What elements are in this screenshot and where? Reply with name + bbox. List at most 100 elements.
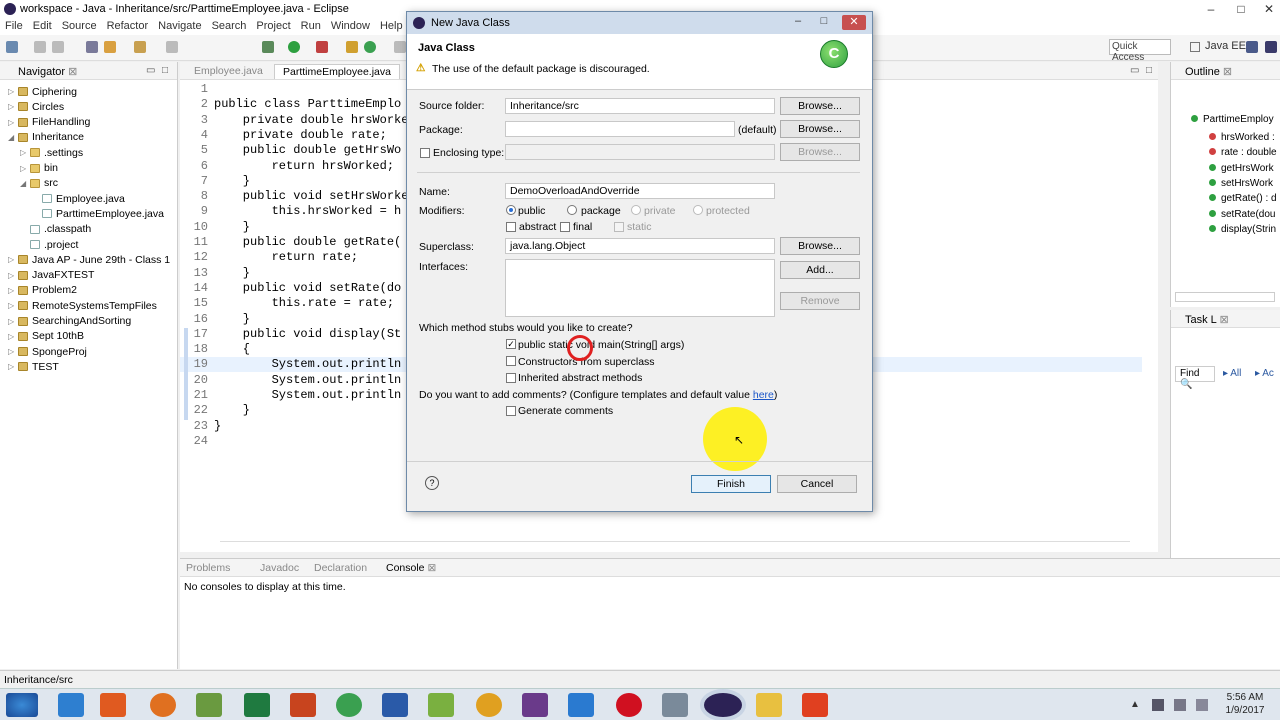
tab-problems[interactable]: Problems [186,562,230,574]
superclass-input[interactable]: java.lang.Object [505,238,775,254]
flag-icon[interactable] [1196,699,1208,711]
code-line[interactable]: } [214,312,250,326]
configure-templates-link[interactable]: here [753,389,774,401]
code-line[interactable]: } [214,266,250,280]
finish-button[interactable]: Finish [691,475,771,493]
navigator-item[interactable]: .project [20,237,78,252]
maximize-view-icon[interactable]: □ [162,65,168,76]
calculator-icon[interactable] [428,693,454,717]
code-line[interactable]: } [214,403,250,417]
tray-arrow-icon[interactable]: ▲ [1130,699,1140,710]
main-method-checkbox[interactable]: ✓ [506,339,516,349]
menu-project[interactable]: Project [251,18,295,32]
remove-interface-button[interactable]: Remove [780,292,860,310]
firefox-icon[interactable] [150,693,176,717]
enclosing-type-input[interactable] [505,144,775,160]
powerpoint-icon[interactable] [290,693,316,717]
task-all-link[interactable]: ▸ All [1223,368,1241,379]
minimize-button[interactable]: – [1196,0,1226,18]
navigator-title[interactable]: Navigator [18,66,65,78]
expand-arrow-icon[interactable]: ▷ [8,118,18,127]
run-icon[interactable] [288,41,300,53]
camtasia-icon[interactable] [802,693,828,717]
expand-arrow-icon[interactable]: ◢ [8,133,18,142]
tab-console[interactable]: Console ⊠ [386,562,436,574]
save-all-icon[interactable] [52,41,64,53]
final-checkbox[interactable] [560,222,570,232]
interfaces-list[interactable] [505,259,775,317]
expand-arrow-icon[interactable]: ▷ [8,301,18,310]
terminal-icon[interactable] [86,41,98,53]
clock-date[interactable]: 1/9/2017 [1218,705,1272,716]
quick-access-input[interactable]: Quick Access [1109,39,1171,63]
navigator-item[interactable]: .classpath [20,222,91,237]
outline-class-row[interactable]: ParttimeEmploy [1191,114,1274,125]
dialog-close-button[interactable]: ✕ [842,15,866,30]
code-line[interactable]: System.out.println [214,388,402,402]
navigator-item[interactable]: ▷ SpongeProj [8,344,87,359]
dialog-maximize-button[interactable]: □ [813,15,835,30]
outline-scrollbar[interactable] [1175,292,1275,302]
generate-comments-checkbox[interactable] [506,406,516,416]
code-line[interactable]: public void display(St [214,327,401,341]
superclass-browse-button[interactable]: Browse... [780,237,860,255]
navigator-item[interactable]: ◢ Inheritance [8,130,84,145]
vertical-scrollbar[interactable] [1143,82,1153,537]
class-name-input[interactable]: DemoOverloadAndOverride [505,183,775,199]
expand-arrow-icon[interactable]: ▷ [8,332,18,341]
code-line[interactable]: private double hrsWorke [214,113,409,127]
modifier-private-radio[interactable] [631,205,641,215]
expand-arrow-icon[interactable]: ▷ [8,362,18,371]
minimize-editor-icon[interactable]: ▭ [1130,65,1139,76]
outline-member[interactable]: setRate(dou [1209,209,1275,220]
expand-arrow-icon[interactable]: ◢ [20,179,30,188]
debug-icon[interactable] [262,41,274,53]
java-perspective-icon[interactable] [1246,41,1258,53]
help-icon[interactable]: ? [425,476,439,490]
save-icon[interactable] [34,41,46,53]
menu-run[interactable]: Run [296,18,326,32]
package-input[interactable] [505,121,735,137]
code-line[interactable]: this.rate = rate; [214,296,394,310]
task-find-input[interactable]: Find 🔍 [1175,366,1215,390]
expand-arrow-icon[interactable]: ▷ [8,255,18,264]
expand-arrow-icon[interactable]: ▷ [8,87,18,96]
opera-icon[interactable] [616,693,642,717]
modifier-package-radio[interactable] [567,205,577,215]
navigator-item[interactable]: ▷ JavaFXTEST [8,268,94,283]
menu-window[interactable]: Window [326,18,375,32]
clock-time[interactable]: 5:56 AM [1220,692,1270,703]
close-window-button[interactable]: ✕ [1254,0,1280,18]
maximize-editor-icon[interactable]: □ [1146,65,1152,76]
code-line[interactable]: private double rate; [214,128,387,142]
outline-member[interactable]: hrsWorked : [1209,132,1275,143]
external-tools-icon[interactable] [316,41,328,53]
code-line[interactable]: } [214,220,250,234]
expand-arrow-icon[interactable]: ▷ [8,317,18,326]
maximize-button[interactable]: □ [1226,0,1256,18]
start-button-icon[interactable] [6,693,38,717]
search-icon[interactable] [394,41,406,53]
tab-employee-java[interactable]: Employee.java [186,64,271,78]
task-activate-link[interactable]: ▸ Ac [1255,368,1274,379]
tab-javadoc[interactable]: Javadoc [260,562,299,574]
expand-arrow-icon[interactable]: ▷ [8,271,18,280]
tab-declaration[interactable]: Declaration [314,562,367,574]
new-class-icon[interactable] [364,41,376,53]
expand-arrow-icon[interactable]: ▷ [8,102,18,111]
volume-icon[interactable] [1174,699,1186,711]
code-line[interactable]: public void setRate(do [214,281,401,295]
perspective-java-ee[interactable]: Java EE [1205,40,1246,52]
navigator-item[interactable]: ▷ bin [20,161,58,176]
menu-edit[interactable]: Edit [28,18,57,32]
expand-arrow-icon[interactable]: ▷ [8,347,18,356]
code-line[interactable]: public void setHrsWorke [214,189,409,203]
navigator-item[interactable]: Employee.java [32,191,125,206]
bird-app-icon[interactable] [662,693,688,717]
internet-explorer-icon[interactable] [58,693,84,717]
tab-parttime-employee-java[interactable]: ParttimeEmployee.java [274,64,400,79]
source-folder-browse-button[interactable]: Browse... [780,97,860,115]
cancel-button[interactable]: Cancel [777,475,857,493]
navigator-item[interactable]: ◢ src [20,176,58,191]
outline-member[interactable]: getHrsWork [1209,163,1274,174]
